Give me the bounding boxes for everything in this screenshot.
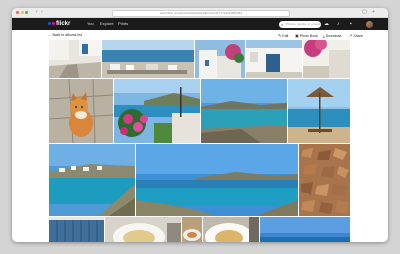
new-tab-icon[interactable]: +	[372, 9, 375, 16]
logo-text: flickr	[56, 21, 71, 27]
photo-tile[interactable]	[114, 79, 200, 143]
address-bar[interactable]: www.flickr.com/photos/leifmarks/albums/7…	[112, 10, 290, 17]
cat-photo	[49, 79, 113, 143]
sea-horizon-photo	[260, 217, 350, 242]
photo-tile[interactable]	[49, 79, 113, 143]
blue-shutters-photo	[49, 217, 104, 242]
pasta-plate-photo	[203, 217, 259, 242]
photo-tile[interactable]	[201, 79, 287, 143]
photo-tile[interactable]	[303, 40, 350, 78]
zoom-window-button[interactable]	[25, 11, 28, 14]
edit-button[interactable]: ✎Edit	[278, 32, 288, 40]
photo-tile[interactable]	[260, 217, 350, 242]
browser-toolbar: ‹ › www.flickr.com/photos/leifmarks/albu…	[12, 8, 388, 18]
photo-tile[interactable]	[136, 144, 298, 216]
back-label: Back to albums list	[52, 33, 82, 37]
photo-tile[interactable]	[182, 217, 202, 242]
wide-sea-photo	[136, 144, 298, 216]
pencil-icon: ✎	[278, 33, 282, 38]
share-button[interactable]: ↗Share	[349, 32, 363, 40]
courtyard-photo	[49, 40, 101, 78]
photo-tile[interactable]	[49, 40, 101, 78]
search-placeholder: Photos, people, or groups	[286, 21, 321, 26]
search-input[interactable]: ⌕ Photos, people, or groups	[279, 20, 321, 28]
download-icon: ⤓	[323, 33, 325, 38]
photo-tile[interactable]	[246, 40, 302, 78]
photo-tile[interactable]	[299, 144, 350, 216]
nav-link-explore[interactable]: Explore	[100, 20, 114, 28]
close-window-button[interactable]	[16, 11, 19, 14]
steps-photo	[303, 40, 350, 78]
umbrella-photo	[288, 79, 350, 143]
back-arrow-icon[interactable]: ‹	[36, 9, 38, 16]
book-icon: ▣	[295, 33, 299, 38]
flickr-navbar: flickr You Explore Prints ⌕ Photos, peop…	[12, 18, 388, 30]
coastal-village-photo	[49, 144, 135, 216]
photo-tile[interactable]	[203, 217, 259, 242]
tabs-overview-icon[interactable]: ▢	[362, 9, 367, 16]
flickr-logo[interactable]: flickr	[48, 20, 70, 28]
photo-tile[interactable]	[49, 144, 135, 216]
turquoise-bay-photo	[201, 79, 287, 143]
photo-tile[interactable]	[105, 217, 181, 242]
pottery-shards-photo	[299, 144, 350, 216]
share-icon: ↗	[349, 33, 353, 38]
upload-cloud-icon[interactable]: ☁	[324, 20, 329, 28]
nav-link-you[interactable]: You	[87, 20, 94, 28]
photo-tile[interactable]	[195, 40, 245, 78]
photo-tile[interactable]	[49, 217, 104, 242]
harbor-photo	[102, 40, 194, 78]
back-to-albums-link[interactable]: ← Back to albums list	[48, 32, 82, 39]
notifications-bell-icon[interactable]: ♪	[337, 20, 340, 28]
houses-photo	[195, 40, 245, 78]
flowers-bay-photo	[114, 79, 200, 143]
search-icon: ⌕	[281, 21, 284, 27]
nav-link-prints[interactable]: Prints	[118, 20, 128, 28]
minimize-window-button[interactable]	[20, 11, 24, 14]
table-food-photo	[182, 217, 202, 242]
shopping-cart-icon[interactable]: ▪	[350, 20, 352, 28]
photo-tile[interactable]	[288, 79, 350, 143]
pasta-dish-photo	[105, 217, 181, 242]
chapel-photo	[246, 40, 302, 78]
browser-window: ‹ › www.flickr.com/photos/leifmarks/albu…	[12, 8, 388, 242]
photo-book-button[interactable]: ▣Photo Book	[295, 32, 318, 40]
avatar[interactable]	[366, 20, 373, 28]
forward-arrow-icon[interactable]: ›	[41, 9, 43, 16]
download-button[interactable]: ⤓Download	[323, 32, 341, 40]
photo-tile[interactable]	[102, 40, 194, 78]
